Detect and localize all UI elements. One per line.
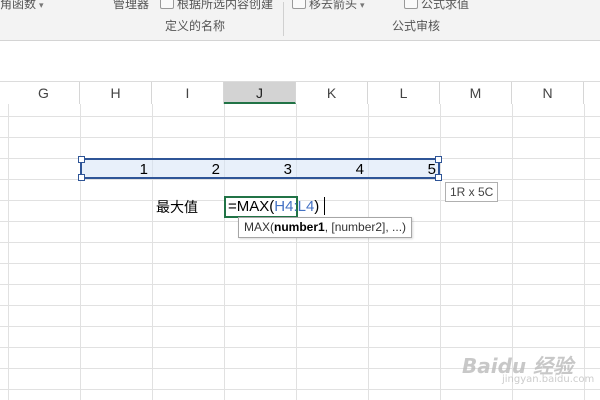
cell-i6-label[interactable]: 最大值 (153, 198, 225, 218)
group-label-formula-auditing: 公式审核 (392, 19, 441, 33)
formula-prefix: =MAX( (228, 198, 275, 215)
column-header-i[interactable]: I (152, 82, 224, 104)
name-manager-button[interactable]: 管理器 (113, 0, 149, 12)
tooltip-rest: , [number2], ...) (324, 220, 407, 234)
ribbon: 角函数 ▾ 管理器 根据所选内容创建 移去箭头 ▾ 公式求值 定义的名称 公式审核 (0, 0, 600, 41)
formula-suffix: ) (314, 198, 320, 215)
tooltip-fn: MAX( (244, 220, 274, 234)
remove-arrows-button[interactable]: 移去箭头 ▾ (292, 0, 365, 12)
watermark-logo: Baidu 经验 jingyan.baidu.com (458, 350, 594, 386)
cell-i4[interactable]: 2 (152, 160, 224, 179)
text-caret (324, 197, 325, 215)
selection-size-badge: 1R x 5C (445, 182, 499, 202)
column-header-j[interactable]: J (224, 82, 296, 104)
chevron-down-icon: ▾ (39, 1, 44, 11)
column-header-h[interactable]: H (80, 82, 152, 104)
cell-h4[interactable]: 1 (80, 160, 152, 179)
watermark-sub: jingyan.baidu.com (502, 374, 595, 385)
chevron-down-icon: ▾ (360, 1, 365, 11)
name-manager-label: 管理器 (113, 0, 150, 11)
column-header-l[interactable]: L (368, 82, 440, 104)
column-header-n[interactable]: N (512, 82, 584, 104)
function-tooltip[interactable]: MAX(number1, [number2], ...) (238, 217, 413, 238)
formula-bar-area (0, 41, 600, 82)
evaluate-formula-button[interactable]: 公式求值 (404, 0, 469, 12)
ribbon-separator (283, 2, 284, 36)
formula-input[interactable]: =MAX(H4:L4) (228, 197, 319, 217)
column-header-g[interactable]: G (8, 82, 80, 104)
create-from-selection-label: 根据所选内容创建 (177, 0, 274, 11)
formula-range-ref: H4:L4 (274, 198, 315, 215)
cell-k4[interactable]: 4 (296, 160, 368, 179)
remove-arrows-label: 移去箭头 (309, 0, 358, 11)
create-from-selection-button[interactable]: 根据所选内容创建 (160, 0, 273, 12)
column-header-k[interactable]: K (296, 82, 368, 104)
evaluate-formula-label: 公式求值 (421, 0, 470, 11)
cell-j4[interactable]: 3 (224, 160, 296, 179)
cell-l4[interactable]: 5 (368, 160, 440, 179)
column-header-m[interactable]: M (440, 82, 512, 104)
tooltip-arg1: number1 (274, 220, 325, 234)
group-label-defined-names: 定义的名称 (165, 19, 226, 33)
remove-arrows-icon (292, 0, 306, 9)
create-from-selection-icon (160, 0, 174, 9)
column-header-row: G H I J K L M N (0, 82, 600, 105)
function-library-item[interactable]: 角函数 ▾ (0, 0, 44, 12)
evaluate-formula-icon (404, 0, 418, 9)
function-label: 角函数 (0, 0, 37, 11)
